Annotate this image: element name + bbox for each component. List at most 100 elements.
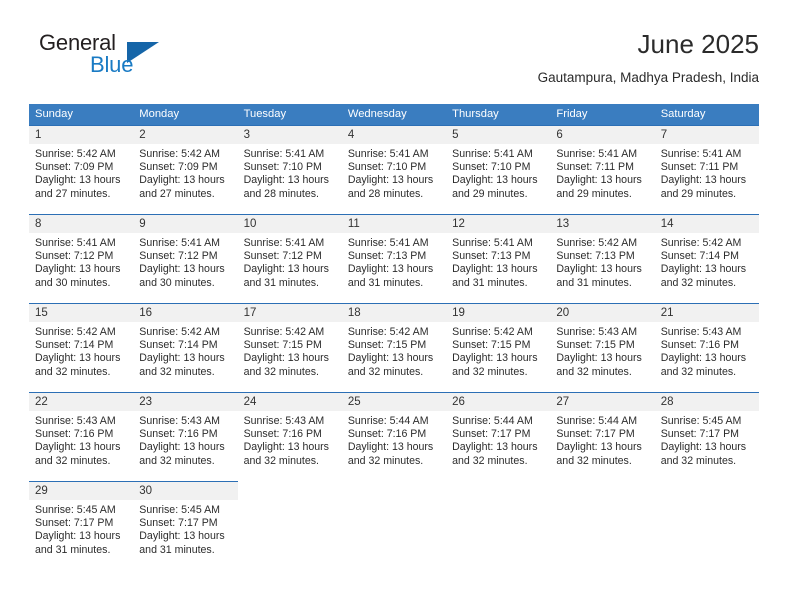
daylight-text-line2: and 28 minutes. xyxy=(347,187,424,200)
day-number xyxy=(238,481,342,499)
daylight-text-line1: Daylight: 13 hours xyxy=(243,352,329,365)
daylight-text-line1: Daylight: 13 hours xyxy=(35,352,121,365)
location-subtitle: Gautampura, Madhya Pradesh, India xyxy=(537,70,759,85)
calendar-day-cell[interactable]: 20 Sunrise: 5:43 AM Sunset: 7:15 PM Dayligh… xyxy=(550,303,655,392)
day-details: Sunrise: 5:42 AM Sunset: 7:15 PM Daylight:… xyxy=(446,322,550,379)
calendar-day-cell[interactable]: 7 Sunrise: 5:41 AM Sunset: 7:11 PM Daylight… xyxy=(654,125,759,214)
sunrise-text: Sunrise: 5:41 AM xyxy=(35,237,116,249)
calendar-day-cell[interactable]: 3 Sunrise: 5:41 AM Sunset: 7:10 PM Daylight… xyxy=(237,125,342,214)
daylight-text-line1: Daylight: 13 hours xyxy=(347,352,434,365)
sunset-text: Sunset: 7:16 PM xyxy=(35,428,114,441)
weekday-header-monday: Monday xyxy=(133,104,238,125)
calendar-day-cell[interactable]: 16 Sunrise: 5:42 AM Sunset: 7:14 PM Dayligh… xyxy=(133,303,238,392)
daylight-text-line2: and 32 minutes. xyxy=(660,276,737,289)
calendar-day-cell[interactable]: 25 Sunrise: 5:44 AM Sunset: 7:16 PM Dayligh… xyxy=(341,392,447,481)
calendar-day-cell[interactable]: 19 Sunrise: 5:42 AM Sunset: 7:15 PM Dayligh… xyxy=(446,303,551,392)
calendar-day-cell[interactable]: 14 Sunrise: 5:42 AM Sunset: 7:14 PM Dayligh… xyxy=(654,214,759,303)
page-header: General Blue June 2025 Gautampura, Madhy… xyxy=(29,28,759,96)
calendar-week-row: 8 Sunrise: 5:41 AM Sunset: 7:12 PM Daylight… xyxy=(29,214,759,303)
sunrise-text: Sunrise: 5:41 AM xyxy=(347,148,429,160)
calendar-day-cell[interactable]: 1 Sunrise: 5:42 AM Sunset: 7:09 PM Daylight… xyxy=(29,125,134,214)
daylight-text-line2: and 32 minutes. xyxy=(347,365,424,378)
day-number: 16 xyxy=(133,304,238,322)
sunrise-text: Sunrise: 5:41 AM xyxy=(347,237,429,249)
daylight-text-line1: Daylight: 13 hours xyxy=(660,352,747,365)
day-number: 15 xyxy=(29,304,134,322)
calendar-day-cell[interactable]: 23 Sunrise: 5:43 AM Sunset: 7:16 PM Dayligh… xyxy=(133,392,238,481)
calendar-day-cell[interactable]: 8 Sunrise: 5:41 AM Sunset: 7:12 PM Daylight… xyxy=(29,214,134,303)
daylight-text-line1: Daylight: 13 hours xyxy=(243,441,329,454)
day-details: Sunrise: 5:43 AM Sunset: 7:15 PM Daylight:… xyxy=(550,322,654,379)
day-number: 28 xyxy=(654,393,759,411)
day-details: Sunrise: 5:41 AM Sunset: 7:12 PM Daylight:… xyxy=(133,233,237,290)
sunrise-text: Sunrise: 5:43 AM xyxy=(139,415,220,427)
daylight-text-line2: and 28 minutes. xyxy=(243,187,319,200)
day-details: Sunrise: 5:42 AM Sunset: 7:14 PM Daylight:… xyxy=(29,322,133,379)
daylight-text-line2: and 31 minutes. xyxy=(347,276,424,289)
calendar-day-cell[interactable]: 28 Sunrise: 5:45 AM Sunset: 7:17 PM Dayligh… xyxy=(654,392,759,481)
day-details: Sunrise: 5:44 AM Sunset: 7:17 PM Daylight:… xyxy=(550,411,654,468)
daylight-text-line1: Daylight: 13 hours xyxy=(452,174,538,187)
daylight-text-line2: and 31 minutes. xyxy=(243,276,319,289)
daylight-text-line2: and 31 minutes. xyxy=(452,276,528,289)
sunrise-text: Sunrise: 5:44 AM xyxy=(347,415,429,427)
daylight-text-line2: and 32 minutes. xyxy=(139,454,215,467)
weekday-header-sunday: Sunday xyxy=(29,104,134,125)
sunrise-text: Sunrise: 5:42 AM xyxy=(139,148,220,160)
day-details: Sunrise: 5:45 AM Sunset: 7:17 PM Daylight:… xyxy=(133,500,237,557)
calendar-day-cell[interactable]: 22 Sunrise: 5:43 AM Sunset: 7:16 PM Dayligh… xyxy=(29,392,134,481)
calendar-day-cell[interactable]: 15 Sunrise: 5:42 AM Sunset: 7:14 PM Dayligh… xyxy=(29,303,134,392)
daylight-text-line2: and 32 minutes. xyxy=(556,365,632,378)
brand-logo[interactable]: General Blue xyxy=(29,28,249,88)
calendar-day-cell[interactable]: 27 Sunrise: 5:44 AM Sunset: 7:17 PM Dayligh… xyxy=(550,392,655,481)
daylight-text-line1: Daylight: 13 hours xyxy=(660,441,747,454)
sunset-text: Sunset: 7:12 PM xyxy=(35,250,114,263)
daylight-text-line2: and 32 minutes. xyxy=(35,365,111,378)
day-details: Sunrise: 5:42 AM Sunset: 7:14 PM Daylight:… xyxy=(133,322,237,379)
calendar-day-cell[interactable]: 2 Sunrise: 5:42 AM Sunset: 7:09 PM Daylight… xyxy=(133,125,238,214)
day-number: 19 xyxy=(446,304,551,322)
day-details: Sunrise: 5:41 AM Sunset: 7:10 PM Daylight:… xyxy=(342,144,446,201)
calendar-day-cell[interactable]: 5 Sunrise: 5:41 AM Sunset: 7:10 PM Daylight… xyxy=(446,125,551,214)
calendar-day-cell[interactable]: 29 Sunrise: 5:45 AM Sunset: 7:17 PM Dayligh… xyxy=(29,481,134,570)
sunset-text: Sunset: 7:16 PM xyxy=(660,339,740,352)
calendar-day-cell[interactable]: 4 Sunrise: 5:41 AM Sunset: 7:10 PM Daylight… xyxy=(341,125,447,214)
calendar-day-cell[interactable]: 24 Sunrise: 5:43 AM Sunset: 7:16 PM Dayligh… xyxy=(237,392,342,481)
day-number: 1 xyxy=(29,126,134,144)
sunset-text: Sunset: 7:16 PM xyxy=(347,428,427,441)
day-number: 30 xyxy=(133,482,238,500)
calendar-day-cell[interactable]: 6 Sunrise: 5:41 AM Sunset: 7:11 PM Daylight… xyxy=(550,125,655,214)
daylight-text-line2: and 32 minutes. xyxy=(347,454,424,467)
day-number: 3 xyxy=(237,126,342,144)
day-number: 23 xyxy=(133,393,238,411)
day-details: Sunrise: 5:42 AM Sunset: 7:15 PM Daylight:… xyxy=(342,322,446,379)
sunrise-text: Sunrise: 5:44 AM xyxy=(452,415,533,427)
daylight-text-line2: and 29 minutes. xyxy=(556,187,632,200)
daylight-text-line1: Daylight: 13 hours xyxy=(556,174,642,187)
calendar-empty-cell xyxy=(342,481,446,570)
calendar-day-cell[interactable]: 17 Sunrise: 5:42 AM Sunset: 7:15 PM Dayligh… xyxy=(237,303,342,392)
sunset-text: Sunset: 7:14 PM xyxy=(660,250,740,263)
calendar-day-cell[interactable]: 13 Sunrise: 5:42 AM Sunset: 7:13 PM Dayligh… xyxy=(550,214,655,303)
calendar-day-cell[interactable]: 10 Sunrise: 5:41 AM Sunset: 7:12 PM Dayligh… xyxy=(237,214,342,303)
calendar-day-cell[interactable]: 30 Sunrise: 5:45 AM Sunset: 7:17 PM Dayligh… xyxy=(133,481,238,570)
weekday-header-friday: Friday xyxy=(550,104,655,125)
calendar-day-cell[interactable]: 12 Sunrise: 5:41 AM Sunset: 7:13 PM Dayligh… xyxy=(446,214,551,303)
day-number: 2 xyxy=(133,126,238,144)
daylight-text-line2: and 31 minutes. xyxy=(556,276,632,289)
day-details: Sunrise: 5:44 AM Sunset: 7:17 PM Daylight:… xyxy=(446,411,550,468)
day-number: 14 xyxy=(654,215,759,233)
sunset-text: Sunset: 7:10 PM xyxy=(452,161,531,174)
calendar-day-cell[interactable]: 26 Sunrise: 5:44 AM Sunset: 7:17 PM Dayligh… xyxy=(446,392,551,481)
calendar-day-cell[interactable]: 11 Sunrise: 5:41 AM Sunset: 7:13 PM Dayligh… xyxy=(341,214,447,303)
sunrise-text: Sunrise: 5:41 AM xyxy=(660,148,742,160)
calendar-day-cell[interactable]: 18 Sunrise: 5:42 AM Sunset: 7:15 PM Dayligh… xyxy=(341,303,447,392)
calendar-header-row: Sunday Monday Tuesday Wednesday Thursday… xyxy=(29,104,759,125)
calendar-day-cell[interactable]: 9 Sunrise: 5:41 AM Sunset: 7:12 PM Daylight… xyxy=(133,214,238,303)
day-details: Sunrise: 5:42 AM Sunset: 7:09 PM Daylight:… xyxy=(133,144,237,201)
day-number: 22 xyxy=(29,393,134,411)
day-details: Sunrise: 5:42 AM Sunset: 7:09 PM Daylight:… xyxy=(29,144,133,201)
sunset-text: Sunset: 7:12 PM xyxy=(243,250,322,263)
calendar-day-cell[interactable]: 21 Sunrise: 5:43 AM Sunset: 7:16 PM Dayligh… xyxy=(654,303,759,392)
brand-name-blue: Blue xyxy=(90,52,134,77)
